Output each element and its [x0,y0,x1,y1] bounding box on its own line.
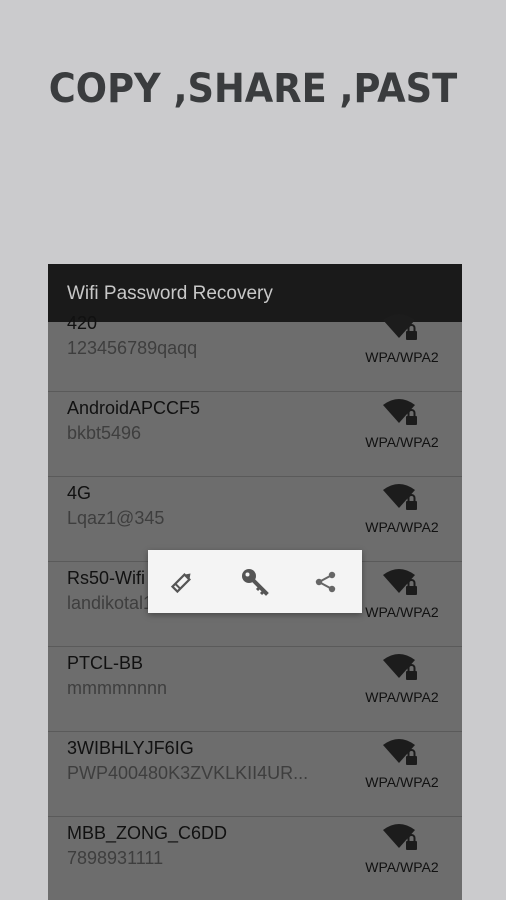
network-ssid: 4G [67,483,92,503]
network-password: bkbt5496 [67,423,142,443]
security-type: WPA/WPA2 [365,859,439,875]
list-item[interactable]: PTCL-BB mmmmnnnn WPA/WPA2 [48,647,462,732]
pencil-icon[interactable] [166,566,198,598]
network-ssid: 420 [67,313,98,333]
list-item[interactable]: 3WIBHLYJF6IG PWP400480K3ZVKLKII4UR... WP… [48,732,462,817]
network-password: mmmmnnnn [67,678,168,698]
network-ssid: PTCL-BB [67,653,144,673]
wifi-locked-icon [383,824,417,850]
security-type: WPA/WPA2 [365,519,439,535]
network-ssid: AndroidAPCCF5 [67,398,201,418]
wifi-locked-icon [383,654,417,680]
security-type: WPA/WPA2 [365,349,439,365]
wifi-locked-icon [383,484,417,510]
list-item[interactable]: 420 123456789qaqq WPA/WPA2 [48,307,462,392]
wifi-locked-icon [383,739,417,765]
share-icon[interactable] [310,566,342,598]
list-item[interactable]: MBB_ZONG_C6DD 7898931111 WPA/WPA2 [48,817,462,900]
security-type: WPA/WPA2 [365,689,439,705]
wifi-locked-icon [383,399,417,425]
wifi-locked-icon [383,314,417,340]
promo-heading: COPY ,SHARE ,PAST [48,66,458,112]
network-password: 7898931111 [67,848,164,868]
network-password: 123456789qaqq [67,338,198,358]
action-popup [148,550,362,613]
network-ssid: 3WIBHLYJF6IG [67,738,194,758]
wifi-locked-icon [383,569,417,595]
network-ssid: Rs50-Wifi [67,568,146,588]
security-type: WPA/WPA2 [365,604,439,620]
security-type: WPA/WPA2 [365,774,439,790]
network-password: Lqaz1@345 [67,508,165,528]
key-icon[interactable] [239,566,271,598]
network-ssid: MBB_ZONG_C6DD [67,823,228,843]
security-type: WPA/WPA2 [365,434,439,450]
list-item[interactable]: AndroidAPCCF5 bkbt5496 WPA/WPA2 [48,392,462,477]
network-password: PWP400480K3ZVKLKII4UR... [67,763,309,783]
app-title: Wifi Password Recovery [67,283,273,304]
